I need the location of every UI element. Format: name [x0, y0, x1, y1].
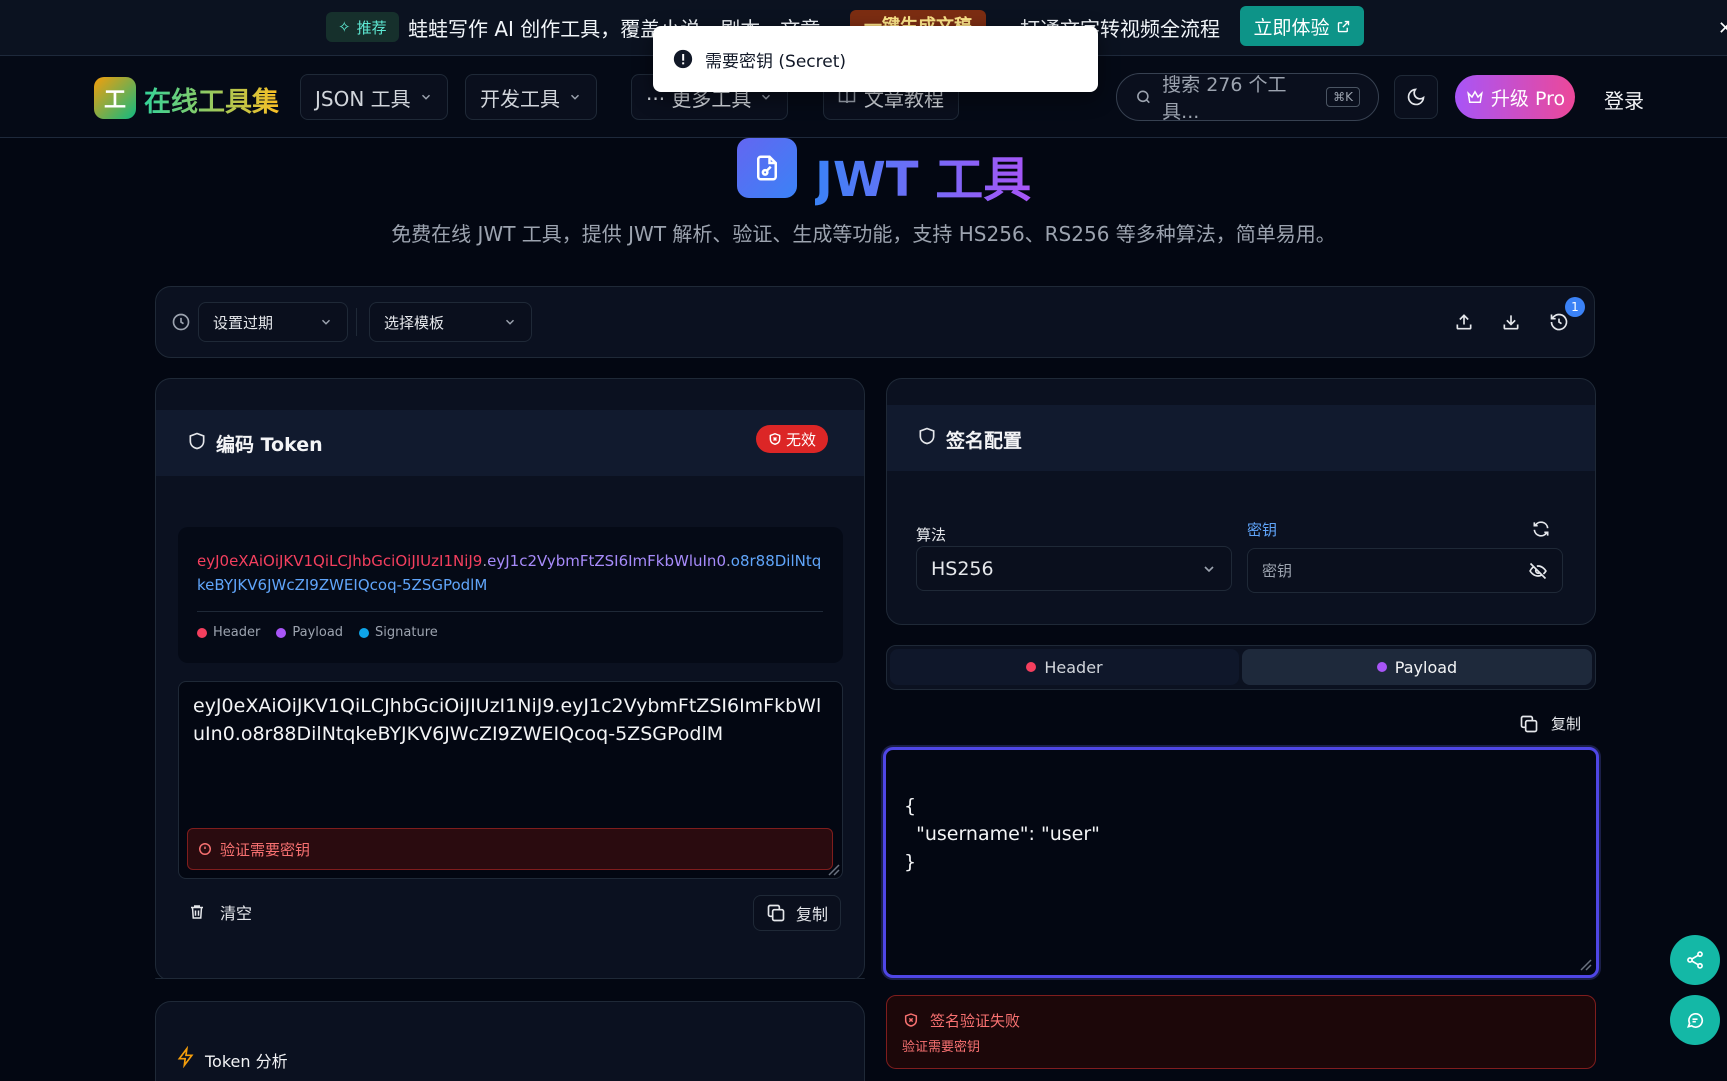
copy-icon [1520, 715, 1538, 732]
payload-line: } [904, 851, 917, 873]
moon-icon [1407, 88, 1425, 106]
download-icon [1503, 315, 1519, 330]
chevron-down-icon [505, 319, 515, 325]
secret-label: 密钥 [1247, 521, 1278, 539]
shield-icon [189, 432, 205, 450]
expiry-select[interactable]: 设置过期 [198, 302, 348, 342]
algorithm-select[interactable]: HS256 [916, 546, 1232, 591]
verify-title: 签名验证失败 [930, 1012, 1021, 1030]
logo-text[interactable]: 在线工具集 [144, 80, 279, 119]
token-header-part: eyJ0eXAiOiJKV1QiLCJhbGciOiJIUzI1NiJ9 [197, 552, 483, 570]
logo-icon[interactable]: 工 [94, 77, 136, 119]
legend-payload: Payload [276, 625, 343, 640]
chevron-down-icon [762, 94, 771, 100]
shield-icon [919, 427, 935, 445]
payload-line: { [904, 795, 917, 817]
copy-icon [767, 904, 785, 922]
download-button[interactable] [1498, 309, 1524, 335]
signature-panel-title: 签名配置 [946, 430, 1023, 452]
page-title: JWT 工具 [815, 140, 1031, 210]
tab-payload[interactable]: Payload [1242, 649, 1592, 685]
verify-result [886, 995, 1596, 1069]
tab-header[interactable]: Header [890, 649, 1239, 685]
external-link-icon [1337, 20, 1349, 32]
payload-line: "username": "user" [904, 823, 1100, 845]
upload-button[interactable] [1451, 309, 1477, 335]
upgrade-pro-button[interactable]: 升级 Pro [1455, 75, 1575, 119]
copy-payload-button[interactable]: 复制 [1519, 713, 1581, 734]
divider [356, 308, 357, 336]
search-input[interactable]: 搜索 276 个工具... ⌘K [1116, 73, 1379, 123]
nav-json-tools[interactable]: JSON 工具 [300, 74, 448, 120]
history-count-badge: 1 [1565, 297, 1585, 317]
alert-circle-icon [673, 49, 693, 69]
eye-off-icon[interactable] [1528, 561, 1548, 581]
token-error-message: 验证需要密钥 [187, 828, 833, 870]
upload-icon [1456, 314, 1472, 330]
token-payload-part: eyJ1c2VybmFtZSI6ImFkbWluIn0 [487, 552, 726, 570]
algorithm-label: 算法 [916, 526, 947, 544]
status-badge: 无效 [756, 425, 829, 453]
token-colored-view: eyJ0eXAiOiJKV1QiLCJhbGciOiJIUzI1NiJ9.eyJ… [178, 527, 843, 663]
close-icon[interactable]: ✕ [1718, 18, 1727, 39]
theme-toggle-button[interactable] [1394, 75, 1438, 119]
refresh-icon [1533, 521, 1549, 537]
secret-input[interactable]: 密钥 [1247, 548, 1563, 593]
token-analysis-title: Token 分析 [205, 1052, 288, 1071]
lightning-icon [177, 1046, 194, 1068]
share-icon [1687, 951, 1703, 969]
shield-x-icon [769, 432, 781, 445]
alert-circle-icon [199, 843, 211, 855]
login-link[interactable]: 登录 [1604, 85, 1644, 114]
promo-badge: ✧ 推荐 [326, 12, 399, 42]
feedback-button[interactable] [1670, 995, 1720, 1045]
jwt-icon [737, 138, 797, 198]
promo-cta-button[interactable]: 立即体验 [1240, 6, 1364, 46]
template-select[interactable]: 选择模板 [369, 302, 532, 342]
regenerate-secret-button[interactable] [1528, 516, 1554, 542]
toast-notification: 需要密钥 (Secret) [653, 26, 1098, 92]
nav-dev-tools[interactable]: 开发工具 [465, 74, 597, 120]
share-button[interactable] [1670, 935, 1720, 985]
trash-icon [191, 905, 203, 919]
history-icon [1550, 313, 1568, 331]
verify-detail: 验证需要密钥 [902, 1040, 981, 1055]
encoded-panel-title: 编码 Token [216, 434, 323, 456]
chevron-down-icon [321, 319, 331, 325]
chat-icon [1686, 1012, 1704, 1028]
crown-icon [1467, 90, 1483, 103]
clock-icon [172, 313, 190, 331]
legend-header: Header [197, 625, 260, 640]
resize-handle-icon[interactable] [826, 862, 840, 876]
chevron-down-icon [421, 94, 430, 100]
search-icon [1137, 90, 1150, 104]
chevron-down-icon [1204, 565, 1214, 572]
resize-handle-icon[interactable] [1578, 957, 1592, 971]
payload-editor[interactable]: { "username": "user"} [883, 747, 1599, 978]
shortcut-badge: ⌘K [1326, 87, 1360, 107]
legend-signature: Signature [359, 625, 438, 640]
copy-token-button[interactable]: 复制 [753, 895, 842, 931]
page-subtitle: 免费在线 JWT 工具，提供 JWT 解析、验证、生成等功能，支持 HS256、… [391, 222, 1336, 246]
chevron-down-icon [570, 94, 580, 100]
sparkle-icon: ✧ [338, 18, 351, 36]
clear-button[interactable]: 清空 [188, 900, 252, 924]
shield-x-icon [904, 1013, 918, 1027]
